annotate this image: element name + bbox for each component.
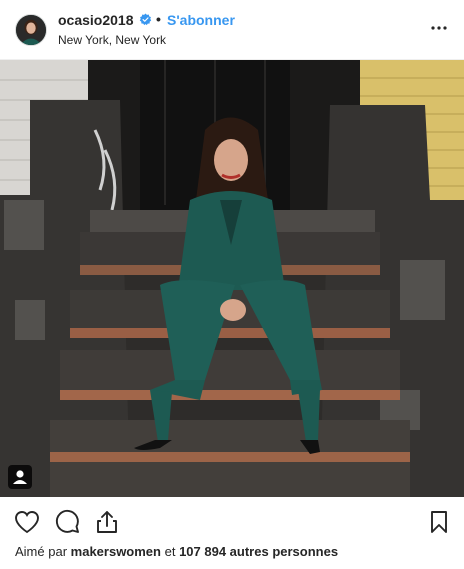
username-link[interactable]: ocasio2018 <box>58 12 134 28</box>
follow-button[interactable]: S'abonner <box>167 12 235 28</box>
user-tag-icon <box>13 470 27 484</box>
comment-icon[interactable] <box>53 508 81 536</box>
post-actions <box>0 505 464 541</box>
likes-prefix: Aimé par <box>15 544 68 559</box>
profile-avatar[interactable] <box>15 14 47 46</box>
post-header: ocasio2018 • S'abonner New York, New Yor… <box>0 0 464 60</box>
user-tag-badge[interactable] <box>8 465 32 489</box>
more-options-icon[interactable] <box>430 19 448 37</box>
liker-username-link[interactable]: makerswomen <box>71 544 161 559</box>
avatar-image <box>16 15 46 45</box>
share-icon[interactable] <box>93 508 121 536</box>
heart-icon[interactable] <box>13 508 41 536</box>
verified-badge-icon <box>139 13 152 26</box>
bookmark-icon[interactable] <box>425 508 453 536</box>
location-link[interactable]: New York, New York <box>58 33 166 47</box>
likes-connector: et <box>164 544 176 559</box>
header-separator: • <box>156 11 161 27</box>
likes-summary: Aimé par makerswomen et 107 894 autres p… <box>15 544 338 559</box>
post-photo[interactable] <box>0 60 464 497</box>
post-image <box>0 60 464 497</box>
other-likers-link[interactable]: 107 894 autres personnes <box>179 544 338 559</box>
